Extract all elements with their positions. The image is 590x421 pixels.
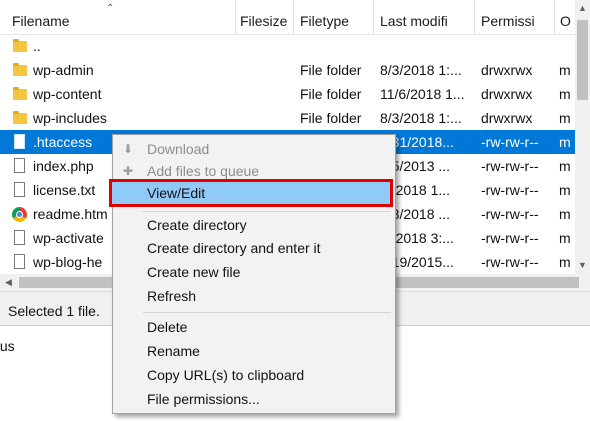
file-modified: 8/3/2018 1:... [380,110,462,126]
file-permissions: -rw-rw-r-- [481,134,539,150]
column-owner-label: O [560,13,571,29]
queue-status-column-label: tus [0,338,15,354]
file-permissions: drwxrwx [481,62,533,78]
menu-item-label: Rename [147,343,200,359]
file-icon [12,158,28,174]
file-permissions: drwxrwx [481,110,533,126]
scroll-down-icon[interactable]: ▼ [575,257,590,274]
menu-item-label: View/Edit [147,185,206,201]
menu-item-label: Copy URL(s) to clipboard [147,367,305,383]
column-header-row: ⌃ Filename Filesize Filetype Last modifi… [0,0,575,35]
chrome-icon [12,206,28,222]
column-permissions[interactable]: Permissi [474,0,555,34]
file-name: .htaccess [33,134,93,150]
menu-item-label: File permissions... [147,391,260,407]
menu-item-label: Download [147,141,210,157]
file-owner: m [559,182,571,198]
file-owner: m [559,62,571,78]
menu-item-create-new-file[interactable]: Create new file [113,260,395,284]
file-name: wp-activate [33,230,104,246]
file-icon [12,134,28,150]
folder-icon [12,62,28,78]
file-type: File folder [300,62,362,78]
menu-item-view-edit[interactable]: View/Edit [109,179,393,207]
scroll-up-icon[interactable]: ▲ [575,0,590,17]
file-permissions: -rw-rw-r-- [481,182,539,198]
file-permissions: drwxrwx [481,86,533,102]
scroll-left-icon[interactable]: ◀ [0,274,17,291]
column-filesize-label: Filesize [240,13,288,29]
file-icon [12,182,28,198]
file-name: .. [33,38,41,54]
menu-item-refresh[interactable]: Refresh [113,284,395,308]
menu-separator [143,312,391,313]
vertical-scrollbar[interactable]: ▲ ▼ [575,0,590,274]
file-row[interactable]: .. [0,34,575,58]
column-filetype[interactable]: Filetype [293,0,374,34]
file-type: File folder [300,110,362,126]
file-row[interactable]: wp-content File folder 11/6/2018 1... dr… [0,82,575,106]
column-filename-label: Filename [12,13,70,29]
menu-item-label: Create new file [147,264,241,280]
file-icon [12,230,28,246]
menu-item-label: Add files to queue [147,163,260,179]
folder-icon [12,110,28,126]
vertical-scroll-thumb[interactable] [577,20,588,100]
menu-item-delete[interactable]: Delete [113,315,395,339]
file-name: wp-content [33,86,102,102]
menu-separator [143,211,391,212]
file-name: wp-includes [33,110,107,126]
column-last-modified[interactable]: Last modifi [373,0,475,34]
menu-item-create-directory[interactable]: Create directory [113,213,395,237]
file-name: license.txt [33,182,96,198]
menu-item-label: Delete [147,319,188,335]
file-row[interactable]: wp-includes File folder 8/3/2018 1:... d… [0,106,575,130]
file-permissions: -rw-rw-r-- [481,206,539,222]
file-owner: m [559,110,571,126]
menu-item-file-permissions[interactable]: File permissions... [113,387,395,411]
folder-icon [12,38,28,54]
file-name: readme.htm [33,206,108,222]
file-name: wp-blog-he [33,254,103,270]
menu-item-add-to-queue[interactable]: ✚ Add files to queue [113,159,395,183]
file-owner: m [559,158,571,174]
menu-item-create-directory-enter[interactable]: Create directory and enter it [113,236,395,260]
file-owner: m [559,230,571,246]
file-permissions: -rw-rw-r-- [481,254,539,270]
file-name: wp-admin [33,62,94,78]
file-permissions: -rw-rw-r-- [481,158,539,174]
column-filetype-label: Filetype [300,13,350,29]
menu-item-label: Refresh [147,288,197,304]
menu-item-rename[interactable]: Rename [113,339,395,363]
file-row[interactable]: wp-admin File folder 8/3/2018 1:... drwx… [0,58,575,82]
file-owner: m [559,254,571,270]
context-menu: ⬇ Download ✚ Add files to queue View/Edi… [109,134,396,414]
menu-item-download[interactable]: ⬇ Download [113,137,395,161]
file-owner: m [559,134,571,150]
column-permissions-label: Permissi [481,13,535,29]
menu-item-label: Create directory and enter it [147,240,321,256]
add-to-queue-icon: ✚ [122,164,134,178]
menu-item-copy-url[interactable]: Copy URL(s) to clipboard [113,363,395,387]
column-filename[interactable]: ⌃ Filename [0,0,236,34]
file-name: index.php [33,158,94,174]
file-owner: m [559,86,571,102]
file-modified: 8/3/2018 1:... [380,62,462,78]
file-modified: 11/6/2018 1... [380,86,465,102]
column-filesize[interactable]: Filesize [235,0,294,34]
folder-icon [12,86,28,102]
download-icon: ⬇ [122,142,134,156]
file-permissions: -rw-rw-r-- [481,230,539,246]
menu-item-label: Create directory [147,217,247,233]
sort-ascending-icon: ⌃ [106,3,115,14]
file-owner: m [559,206,571,222]
selection-status-text: Selected 1 file. [8,303,100,319]
file-icon [12,254,28,270]
column-last-modified-label: Last modifi [380,13,448,29]
file-type: File folder [300,86,362,102]
column-owner[interactable]: O [554,0,575,34]
